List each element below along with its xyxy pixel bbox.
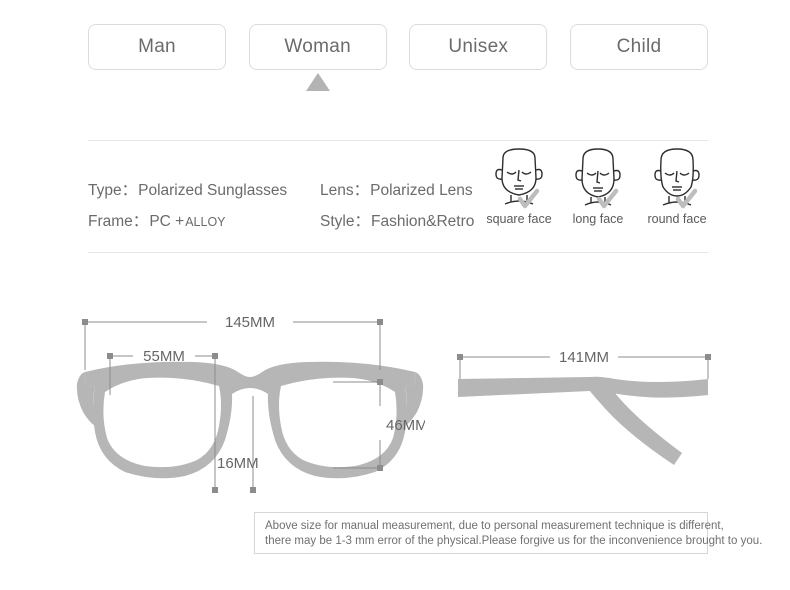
- face-shape-long: long face: [561, 148, 635, 240]
- spec-label: Style: [320, 209, 370, 231]
- tab-label: Unisex: [448, 36, 509, 57]
- temple-arm-shape: [458, 376, 708, 465]
- face-shape-list: square face long face round face: [482, 148, 714, 240]
- disclaimer-line-2: there may be 1-3 mm error of the physica…: [265, 535, 763, 547]
- spec-value-secondary: ALLOY: [185, 215, 226, 229]
- face-shape-square: square face: [482, 148, 556, 240]
- spec-value: Polarized Lens: [370, 182, 473, 199]
- dimension-lens-width: 55MM: [143, 348, 185, 365]
- spec-style: Style Fashion&Retro: [320, 209, 474, 231]
- tab-man[interactable]: Man: [88, 24, 226, 70]
- spec-value: PC +: [149, 213, 185, 230]
- round-face-icon: [647, 148, 707, 210]
- spec-value: Fashion&Retro: [370, 213, 475, 230]
- spec-value: Polarized Sunglasses: [138, 182, 288, 199]
- spec-label: Lens: [320, 178, 369, 200]
- glasses-temple-diagram: 141MM: [440, 335, 730, 485]
- dimension-lens-height: 46MM: [386, 417, 425, 434]
- spec-lens: Lens Polarized Lens: [320, 178, 473, 200]
- face-shape-label: square face: [486, 212, 552, 226]
- disclaimer-line-1: Above size for manual measurement, due t…: [265, 520, 724, 532]
- face-shape-label: round face: [647, 212, 707, 226]
- face-shape-round: round face: [640, 148, 714, 240]
- tab-child[interactable]: Child: [569, 24, 708, 70]
- tab-woman[interactable]: Woman: [248, 24, 387, 91]
- glasses-front-diagram: 145MM 55MM 46MM 16MM: [75, 300, 428, 500]
- spec-row: Frame PC + ALLOY Style Fashion&Retro: [88, 209, 488, 240]
- square-face-icon: [489, 148, 549, 210]
- spec-frame: Frame PC + ALLOY: [88, 209, 320, 231]
- dimension-bridge-width: 16MM: [217, 455, 259, 472]
- spec-label: Frame: [88, 209, 148, 231]
- divider-top: [88, 140, 708, 141]
- tab-label: Man: [138, 36, 176, 57]
- tab-unisex[interactable]: Unisex: [409, 24, 548, 70]
- face-shape-label: long face: [572, 212, 624, 226]
- tab-label: Child: [616, 36, 662, 57]
- divider-bottom: [88, 252, 708, 253]
- tab-label: Woman: [284, 36, 351, 57]
- gender-tab-bar: Man Woman Unisex Child: [88, 24, 708, 91]
- spec-type: Type Polarized Sunglasses: [88, 178, 320, 200]
- spec-label: Type: [88, 178, 137, 200]
- selected-tab-caret-icon: [305, 73, 330, 91]
- dimension-total-width: 145MM: [225, 314, 275, 331]
- measurement-disclaimer: Above size for manual measurement, due t…: [254, 512, 763, 554]
- long-face-icon: [568, 148, 628, 210]
- specification-list: Type Polarized Sunglasses Lens Polarized…: [88, 178, 488, 240]
- spec-row: Type Polarized Sunglasses Lens Polarized…: [88, 178, 488, 209]
- dimension-temple-length: 141MM: [559, 349, 609, 366]
